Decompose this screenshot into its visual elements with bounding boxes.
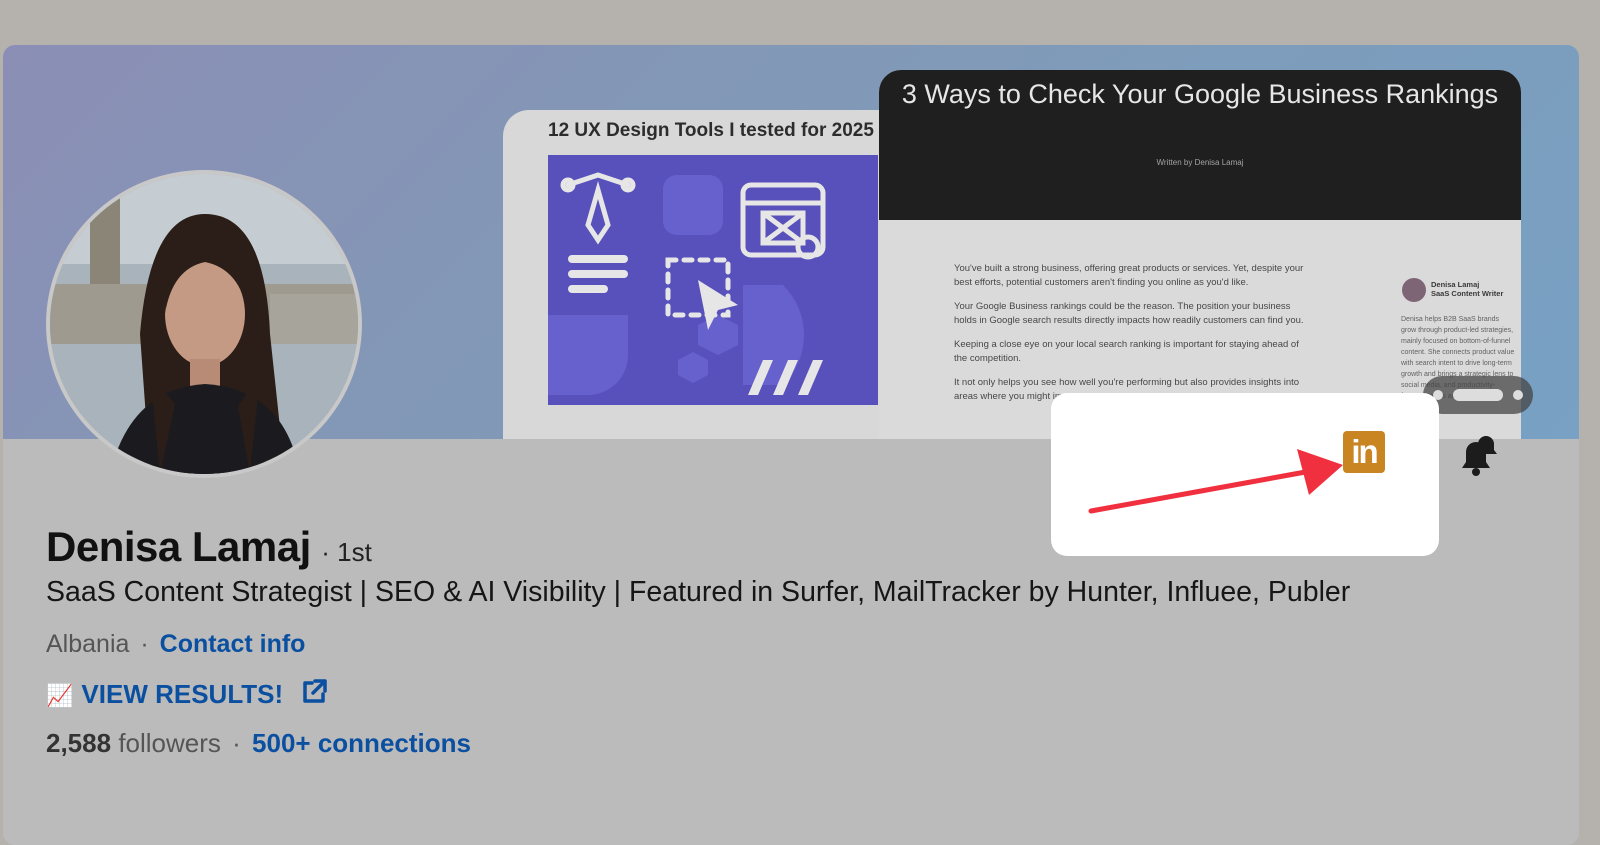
network-stats-row: 2,588 followers · 500+ connections	[46, 728, 471, 759]
connections-link[interactable]: 500+ connections	[252, 728, 471, 758]
location-row: Albania · Contact info	[46, 630, 305, 659]
profile-name: Denisa Lamaj	[46, 523, 311, 570]
author-avatar	[1402, 278, 1426, 302]
view-results-link[interactable]: 📈 VIEW RESULTS!	[46, 678, 328, 710]
ux-tools-illustration	[548, 155, 878, 405]
profile-name-row: Denisa Lamaj · 1st	[46, 523, 372, 571]
bell-icon[interactable]	[1452, 432, 1500, 480]
connection-degree: · 1st	[321, 537, 372, 567]
profile-headline: SaaS Content Strategist | SEO & AI Visib…	[46, 576, 1351, 608]
external-link-icon[interactable]	[300, 678, 328, 706]
slide-title: 12 UX Design Tools I tested for 2025	[548, 120, 874, 141]
chart-emoji-icon: 📈	[46, 683, 74, 708]
slide-title: 3 Ways to Check Your Google Business Ran…	[901, 79, 1499, 109]
followers-count[interactable]: 2,588	[46, 728, 111, 758]
article-paragraph: Keeping a close eye on your local search…	[954, 339, 1299, 364]
article-paragraph: Your Google Business rankings could be t…	[954, 301, 1304, 326]
separator: ·	[232, 728, 241, 758]
profile-location: Albania	[46, 630, 130, 658]
slide-header: 3 Ways to Check Your Google Business Ran…	[879, 70, 1521, 220]
author-name: Denisa Lamaj	[1431, 280, 1480, 289]
banner-slide-ux-tools: 12 UX Design Tools I tested for 2025	[503, 110, 923, 439]
view-results-label[interactable]: VIEW RESULTS!	[81, 679, 283, 709]
pager-active-indicator[interactable]	[1453, 389, 1503, 401]
slide-article-body: You've built a strong business, offering…	[954, 262, 1314, 414]
linkedin-highlight-box: in	[1051, 393, 1439, 556]
contact-info-link[interactable]: Contact info	[160, 630, 306, 658]
pager-dot[interactable]	[1513, 390, 1523, 400]
linkedin-icon[interactable]: in	[1343, 431, 1385, 473]
banner-slide-google-rankings: 3 Ways to Check Your Google Business Ran…	[879, 70, 1521, 439]
separator: ·	[140, 630, 149, 658]
banner-carousel-pager[interactable]	[1423, 376, 1533, 414]
slide-byline: Written by Denisa Lamaj	[1156, 158, 1244, 167]
arrow-annotation	[1088, 449, 1343, 514]
followers-label[interactable]: followers	[118, 728, 221, 758]
article-paragraph: You've built a strong business, offering…	[954, 263, 1304, 288]
author-role: SaaS Content Writer	[1431, 289, 1504, 298]
author-card: Denisa Lamaj SaaS Content Writer	[1431, 280, 1503, 298]
profile-avatar[interactable]	[46, 170, 362, 478]
